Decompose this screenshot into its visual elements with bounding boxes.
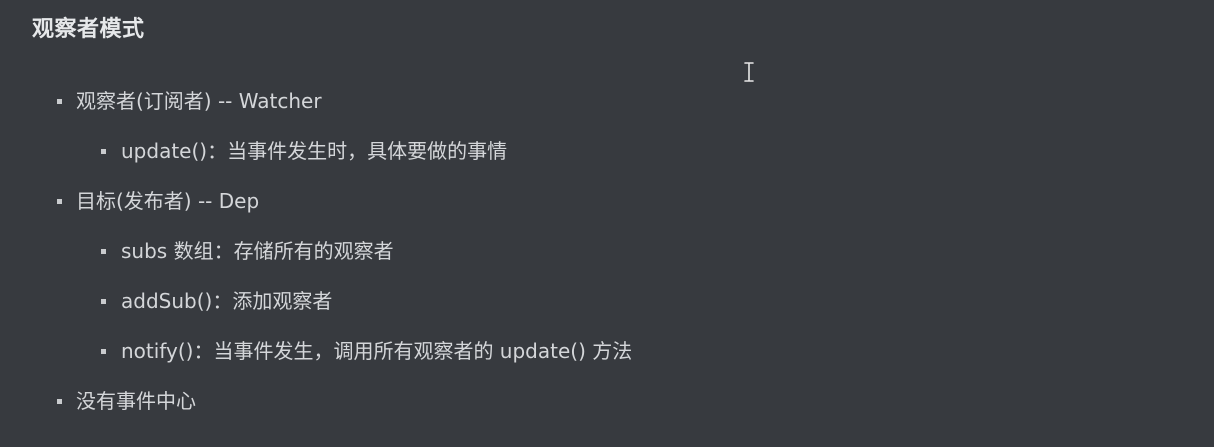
square-bullet-icon <box>101 349 106 354</box>
slide-page: 观察者模式 观察者(订阅者) -- Watcher update()：当事件发生… <box>0 0 1214 447</box>
text-cursor-icon <box>744 62 754 82</box>
page-title: 观察者模式 <box>32 17 145 42</box>
square-bullet-icon <box>57 399 62 404</box>
list-item-dep: 目标(发布者) -- Dep <box>76 189 260 213</box>
list-item-no-event-center: 没有事件中心 <box>76 389 196 413</box>
square-bullet-icon <box>57 199 62 204</box>
list-item-update: update()：当事件发生时，具体要做的事情 <box>121 139 508 163</box>
list-item-watcher: 观察者(订阅者) -- Watcher <box>76 89 322 113</box>
square-bullet-icon <box>57 99 62 104</box>
square-bullet-icon <box>101 299 106 304</box>
square-bullet-icon <box>101 149 106 154</box>
list-item-addsub: addSub()：添加观察者 <box>121 289 333 313</box>
list-item-notify: notify()：当事件发生，调用所有观察者的 update() 方法 <box>121 339 633 363</box>
list-item-subs: subs 数组：存储所有的观察者 <box>121 239 394 263</box>
square-bullet-icon <box>101 249 106 254</box>
